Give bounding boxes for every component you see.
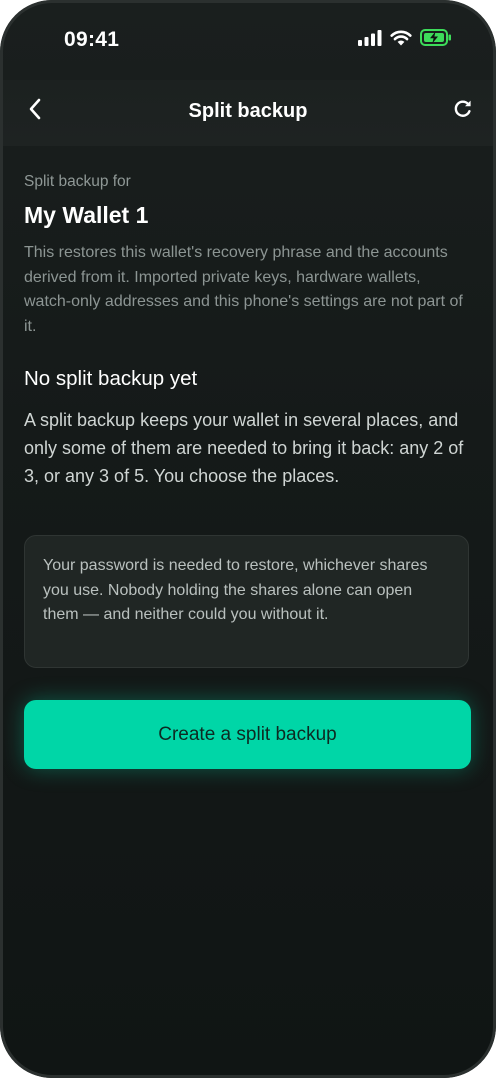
page-title: Split backup	[188, 100, 308, 122]
empty-state-description: A split backup keeps your wallet in seve…	[24, 410, 464, 486]
wifi-icon	[390, 30, 412, 51]
navigation-bar: Split backup	[0, 80, 496, 146]
status-bar: 09:41	[0, 0, 496, 80]
cellular-signal-icon	[358, 29, 382, 51]
status-icons	[358, 29, 452, 51]
status-time: 09:41	[64, 28, 120, 51]
password-note-card: Your password is needed to restore, whic…	[24, 535, 469, 668]
battery-charging-icon	[420, 29, 452, 51]
password-note-text: Your password is needed to restore, whic…	[43, 557, 428, 623]
empty-state-title: No split backup yet	[24, 367, 198, 390]
phone-screen: 09:41 Split backup Split backup for My W…	[0, 0, 496, 1078]
wallet-eyebrow: Split backup for	[24, 173, 131, 190]
backup-scope-note: This restores this wallet's recovery phr…	[24, 244, 463, 335]
create-split-backup-button[interactable]: Create a split backup	[24, 700, 471, 769]
refresh-button[interactable]	[448, 96, 478, 126]
wallet-name: My Wallet 1	[24, 202, 149, 228]
refresh-icon	[452, 98, 474, 125]
